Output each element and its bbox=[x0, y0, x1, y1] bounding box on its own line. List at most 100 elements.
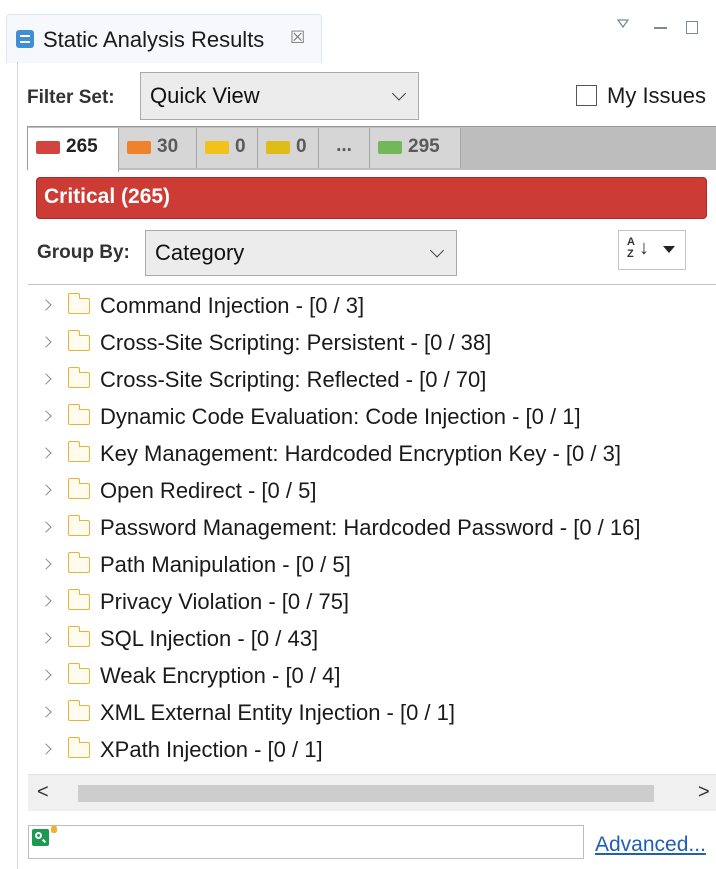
severity-count: 30 bbox=[157, 136, 179, 157]
chevron-down-icon bbox=[391, 86, 407, 101]
folder-icon bbox=[67, 367, 90, 388]
tree-item[interactable]: Key Management: Hardcoded Encryption Key… bbox=[28, 435, 716, 472]
group-by-value: Category bbox=[155, 240, 245, 265]
folder-icon bbox=[67, 515, 90, 536]
tree-item[interactable]: Path Manipulation - [0 / 5] bbox=[28, 546, 716, 583]
severity-tab-all[interactable]: 295 bbox=[370, 128, 461, 168]
chevron-down-icon bbox=[429, 243, 445, 258]
high-swatch-icon bbox=[127, 141, 151, 154]
severity-count: 265 bbox=[66, 136, 98, 157]
critical-swatch-icon bbox=[36, 141, 60, 154]
my-issues-checkbox[interactable] bbox=[576, 85, 597, 106]
expand-chevron-icon[interactable] bbox=[40, 484, 52, 496]
expand-chevron-icon[interactable] bbox=[40, 669, 52, 681]
tree-item[interactable]: Cross-Site Scripting: Reflected - [0 / 7… bbox=[28, 361, 716, 398]
tree-item[interactable]: Privacy Violation - [0 / 75] bbox=[28, 583, 716, 620]
folder-icon bbox=[67, 293, 90, 314]
sort-az-icon: AZ bbox=[627, 236, 635, 260]
tree-item-label: Cross-Site Scripting: Reflected - [0 / 7… bbox=[100, 367, 487, 392]
severity-tab-critical[interactable]: 265 bbox=[28, 128, 119, 172]
tree-item[interactable]: Cross-Site Scripting: Persistent - [0 / … bbox=[28, 324, 716, 361]
tree-item[interactable]: Open Redirect - [0 / 5] bbox=[28, 472, 716, 509]
scrollbar-thumb[interactable] bbox=[78, 785, 654, 802]
search-icon[interactable] bbox=[32, 829, 49, 846]
severity-tab-low[interactable]: 0 bbox=[258, 128, 319, 168]
advanced-search-link[interactable]: Advanced... bbox=[595, 833, 706, 857]
tree-item[interactable]: Command Injection - [0 / 3] bbox=[28, 287, 716, 324]
view-menu-icon[interactable] bbox=[617, 19, 629, 29]
filter-set-label: Filter Set: bbox=[27, 87, 115, 108]
tree-item-label: Cross-Site Scripting: Persistent - [0 / … bbox=[100, 330, 492, 355]
folder-icon bbox=[67, 441, 90, 462]
tree-item[interactable]: XML External Entity Injection - [0 / 1] bbox=[28, 694, 716, 731]
tree-item-label: Command Injection - [0 / 3] bbox=[100, 293, 365, 318]
tree-item-label: Dynamic Code Evaluation: Code Injection … bbox=[100, 404, 581, 429]
dropdown-arrow-icon[interactable] bbox=[663, 246, 675, 253]
severity-header-bar: Critical (265) bbox=[36, 177, 707, 219]
view-tab-static-analysis[interactable]: Static Analysis Results ☒ bbox=[6, 14, 322, 63]
minimize-icon[interactable] bbox=[654, 27, 667, 29]
filter-set-dropdown[interactable]: Quick View bbox=[140, 72, 419, 120]
medium-swatch-icon bbox=[205, 141, 229, 154]
maximize-icon[interactable] bbox=[686, 21, 698, 34]
severity-count: 295 bbox=[408, 136, 440, 157]
view-tab-bar: Static Analysis Results ☒ bbox=[0, 0, 716, 63]
folder-icon bbox=[67, 737, 90, 758]
tree-item[interactable]: Password Management: Hardcoded Password … bbox=[28, 509, 716, 546]
folder-icon bbox=[67, 552, 90, 573]
expand-chevron-icon[interactable] bbox=[40, 373, 52, 385]
severity-tab-high[interactable]: 30 bbox=[119, 128, 197, 168]
tree-item-label: Open Redirect - [0 / 5] bbox=[100, 478, 317, 503]
tree-item-label: Privacy Violation - [0 / 75] bbox=[100, 589, 350, 614]
expand-chevron-icon[interactable] bbox=[40, 632, 52, 644]
all-swatch-icon bbox=[378, 141, 402, 154]
expand-chevron-icon[interactable] bbox=[40, 521, 52, 533]
expand-chevron-icon[interactable] bbox=[40, 706, 52, 718]
expand-chevron-icon[interactable] bbox=[40, 743, 52, 755]
expand-chevron-icon[interactable] bbox=[40, 595, 52, 607]
my-issues-label[interactable]: My Issues bbox=[607, 83, 706, 109]
expand-chevron-icon[interactable] bbox=[40, 336, 52, 348]
severity-tab-medium[interactable]: 0 bbox=[197, 128, 258, 168]
issue-tree: Command Injection - [0 / 3] Cross-Site S… bbox=[28, 284, 716, 775]
search-input[interactable] bbox=[28, 825, 584, 859]
folder-icon bbox=[67, 330, 90, 351]
filter-set-value: Quick View bbox=[150, 83, 260, 108]
tree-item-label: Weak Encryption - [0 / 4] bbox=[100, 663, 341, 688]
folder-icon bbox=[67, 626, 90, 647]
expand-chevron-icon[interactable] bbox=[40, 447, 52, 459]
tree-item-label: SQL Injection - [0 / 43] bbox=[100, 626, 319, 651]
group-by-label: Group By: bbox=[37, 242, 130, 263]
lightbulb-hint-icon bbox=[51, 825, 57, 833]
sort-button[interactable]: AZ ↓ bbox=[618, 230, 686, 270]
group-by-dropdown[interactable]: Category bbox=[145, 230, 457, 276]
folder-icon bbox=[67, 589, 90, 610]
tree-item-label: Password Management: Hardcoded Password … bbox=[100, 515, 641, 540]
severity-tab-more[interactable]: ... bbox=[319, 128, 370, 168]
folder-icon bbox=[67, 478, 90, 499]
horizontal-scrollbar[interactable]: < > bbox=[28, 774, 716, 811]
severity-header-text: Critical (265) bbox=[44, 185, 171, 208]
scroll-left-icon[interactable]: < bbox=[37, 781, 49, 804]
folder-icon bbox=[67, 663, 90, 684]
folder-icon bbox=[67, 404, 90, 425]
tree-item[interactable]: Weak Encryption - [0 / 4] bbox=[28, 657, 716, 694]
tree-item[interactable]: SQL Injection - [0 / 43] bbox=[28, 620, 716, 657]
sort-arrow-icon: ↓ bbox=[639, 237, 649, 259]
tree-item[interactable]: Dynamic Code Evaluation: Code Injection … bbox=[28, 398, 716, 435]
low-swatch-icon bbox=[266, 141, 290, 154]
tree-item-label: XPath Injection - [0 / 1] bbox=[100, 737, 323, 762]
severity-count: 0 bbox=[235, 136, 246, 157]
static-analysis-view-icon bbox=[16, 30, 34, 48]
scroll-right-icon[interactable]: > bbox=[698, 781, 710, 804]
tree-item-label: Key Management: Hardcoded Encryption Key… bbox=[100, 441, 621, 466]
close-icon[interactable]: ☒ bbox=[290, 28, 305, 48]
view-title: Static Analysis Results bbox=[43, 27, 265, 52]
expand-chevron-icon[interactable] bbox=[40, 299, 52, 311]
expand-chevron-icon[interactable] bbox=[40, 410, 52, 422]
tree-item[interactable]: XPath Injection - [0 / 1] bbox=[28, 731, 716, 768]
more-tabs-label: ... bbox=[336, 135, 352, 156]
folder-icon bbox=[67, 700, 90, 721]
tree-item-label: XML External Entity Injection - [0 / 1] bbox=[100, 700, 456, 725]
expand-chevron-icon[interactable] bbox=[40, 558, 52, 570]
